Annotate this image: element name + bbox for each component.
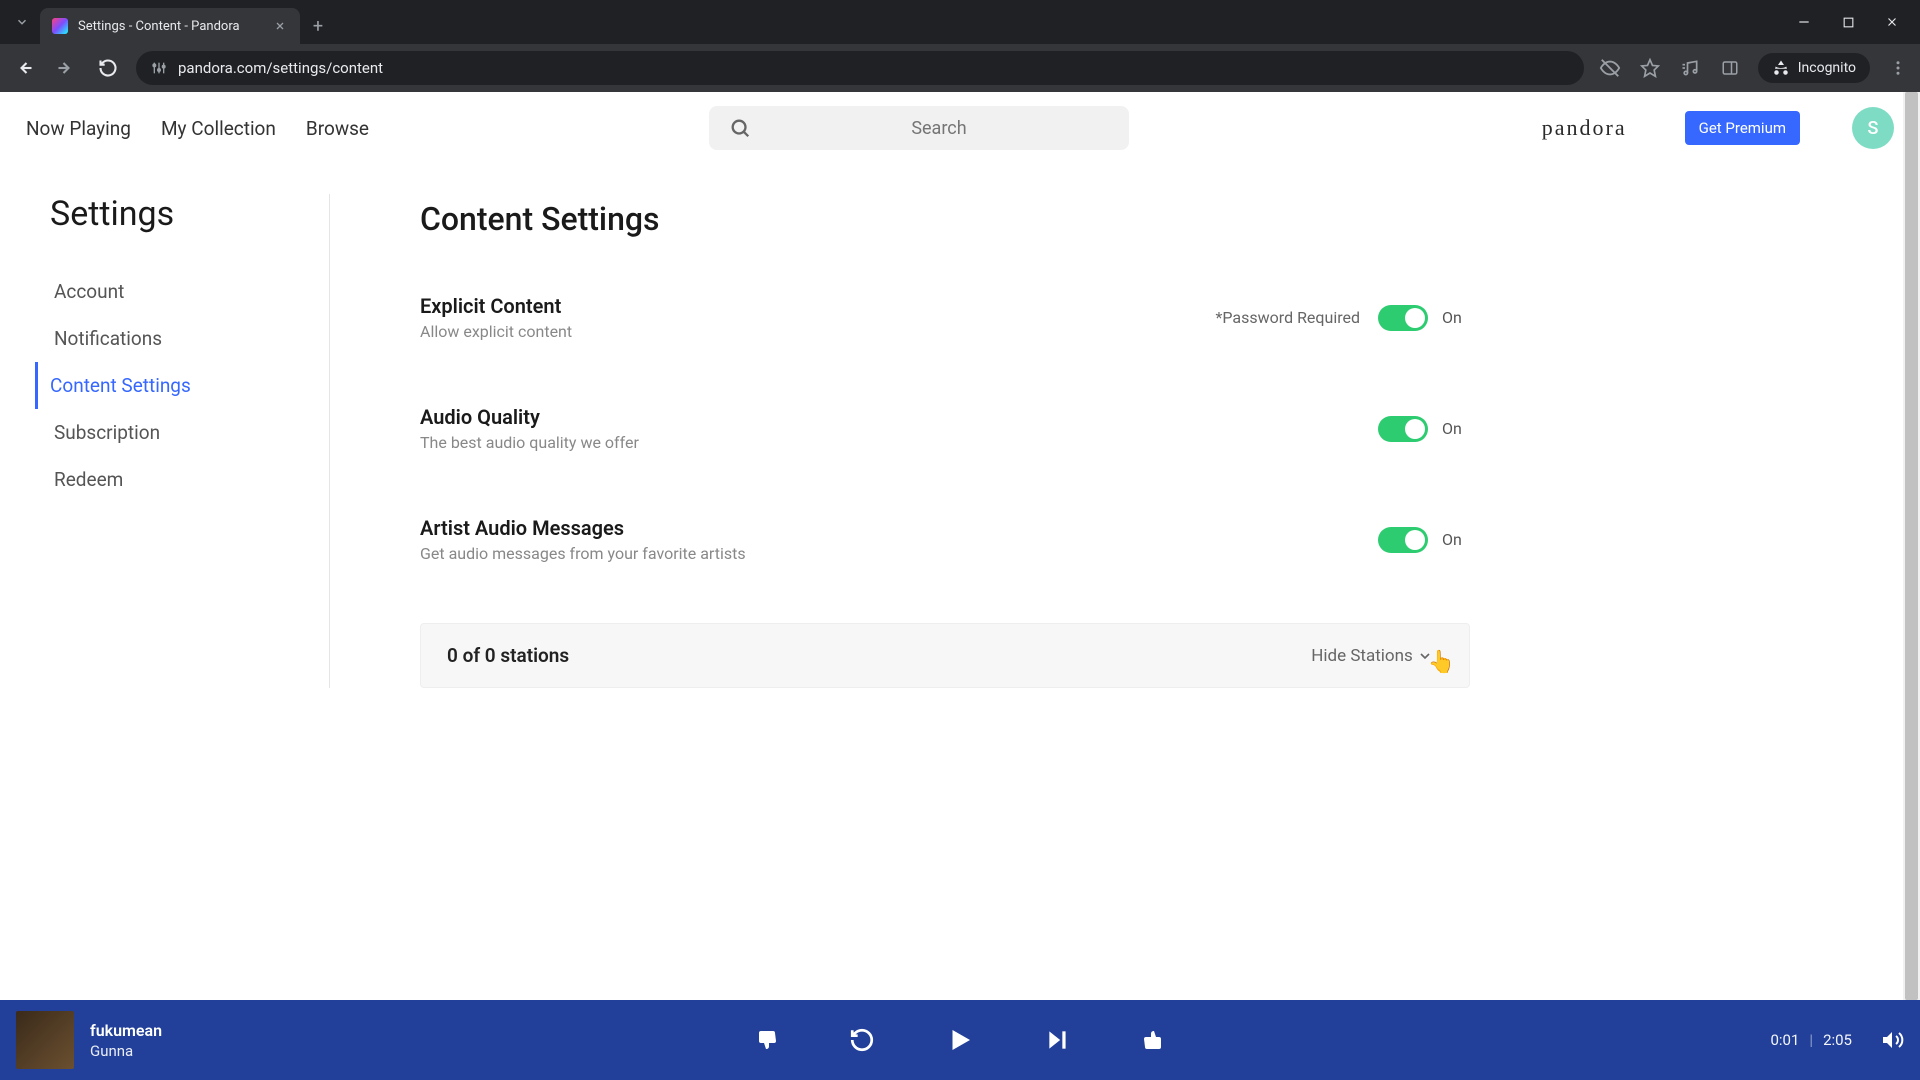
address-bar[interactable]: pandora.com/settings/content <box>136 51 1584 85</box>
thumbs-up-button[interactable] <box>1141 1028 1165 1052</box>
cursor-icon: 👆 <box>1428 650 1455 675</box>
stations-bar: 0 of 0 stations Hide Stations 👆 <box>420 623 1470 688</box>
setting-title: Artist Audio Messages <box>420 516 1378 540</box>
setting-title: Audio Quality <box>420 405 1378 429</box>
close-window-button[interactable] <box>1880 10 1904 34</box>
pandora-favicon-icon <box>52 18 68 34</box>
setting-description: Get audio messages from your favorite ar… <box>420 544 1378 563</box>
replay-button[interactable] <box>849 1027 875 1053</box>
search-field[interactable] <box>709 106 1129 150</box>
maximize-window-button[interactable] <box>1836 10 1860 34</box>
settings-heading: Settings <box>50 194 309 234</box>
get-premium-button[interactable]: Get Premium <box>1685 111 1800 145</box>
toggle-state-label: On <box>1442 308 1470 327</box>
reload-button[interactable] <box>94 54 122 82</box>
back-button[interactable] <box>10 54 38 82</box>
setting-description: Allow explicit content <box>420 322 1216 341</box>
artist-messages-toggle[interactable] <box>1378 527 1428 553</box>
browser-tab[interactable]: Settings - Content - Pandora <box>40 8 300 44</box>
total-duration: 2:05 <box>1823 1031 1852 1049</box>
tab-title: Settings - Content - Pandora <box>78 19 262 34</box>
player-bar: fukumean Gunna 0:01 | 2:05 <box>0 1000 1920 1080</box>
url-text: pandora.com/settings/content <box>178 59 383 77</box>
nav-now-playing[interactable]: Now Playing <box>26 117 131 140</box>
setting-description: The best audio quality we offer <box>420 433 1378 452</box>
tracking-protection-icon[interactable] <box>1598 56 1622 80</box>
volume-button[interactable] <box>1880 1028 1904 1052</box>
elapsed-time: 0:01 <box>1770 1031 1799 1049</box>
setting-audio-quality: Audio Quality The best audio quality we … <box>420 391 1470 502</box>
search-input[interactable] <box>769 118 1109 139</box>
play-button[interactable] <box>945 1025 975 1055</box>
toggle-state-label: On <box>1442 419 1470 438</box>
page-title: Content Settings <box>420 200 1470 238</box>
bookmark-star-icon[interactable] <box>1638 56 1662 80</box>
nav-my-collection[interactable]: My Collection <box>161 117 276 140</box>
forward-button <box>52 54 80 82</box>
new-tab-button[interactable]: + <box>304 12 332 40</box>
sidebar-item-redeem[interactable]: Redeem <box>50 456 309 503</box>
time-separator: | <box>1809 1031 1813 1049</box>
skip-button[interactable] <box>1045 1027 1071 1053</box>
thumbs-down-button[interactable] <box>755 1028 779 1052</box>
side-panel-icon[interactable] <box>1718 56 1742 80</box>
user-avatar[interactable]: S <box>1852 107 1894 149</box>
sidebar-item-account[interactable]: Account <box>50 268 309 315</box>
nav-browse[interactable]: Browse <box>306 117 369 140</box>
password-required-note: *Password Required <box>1216 308 1360 327</box>
sidebar-item-subscription[interactable]: Subscription <box>50 409 309 456</box>
tab-search-dropdown[interactable] <box>8 8 36 36</box>
sidebar-item-content-settings[interactable]: Content Settings <box>35 362 309 409</box>
media-control-icon[interactable] <box>1678 56 1702 80</box>
audio-quality-toggle[interactable] <box>1378 416 1428 442</box>
setting-artist-messages: Artist Audio Messages Get audio messages… <box>420 502 1470 613</box>
incognito-badge[interactable]: Incognito <box>1758 53 1870 83</box>
track-artist[interactable]: Gunna <box>90 1042 162 1060</box>
browser-menu-button[interactable] <box>1886 56 1910 80</box>
explicit-content-toggle[interactable] <box>1378 305 1428 331</box>
hide-stations-button[interactable]: Hide Stations <box>1311 646 1433 666</box>
track-title[interactable]: fukumean <box>90 1021 162 1040</box>
pandora-logo[interactable]: pandora <box>1542 115 1627 141</box>
minimize-window-button[interactable] <box>1792 10 1816 34</box>
incognito-icon <box>1772 59 1790 77</box>
close-tab-button[interactable] <box>272 18 288 34</box>
incognito-label: Incognito <box>1798 60 1856 76</box>
setting-explicit-content: Explicit Content Allow explicit content … <box>420 280 1470 391</box>
sidebar-item-notifications[interactable]: Notifications <box>50 315 309 362</box>
stations-count: 0 of 0 stations <box>447 644 1311 667</box>
search-icon <box>729 117 751 139</box>
setting-title: Explicit Content <box>420 294 1216 318</box>
page-scrollbar[interactable] <box>1903 92 1920 1000</box>
album-art[interactable] <box>16 1011 74 1069</box>
toggle-state-label: On <box>1442 530 1470 549</box>
site-settings-icon[interactable] <box>150 59 168 77</box>
